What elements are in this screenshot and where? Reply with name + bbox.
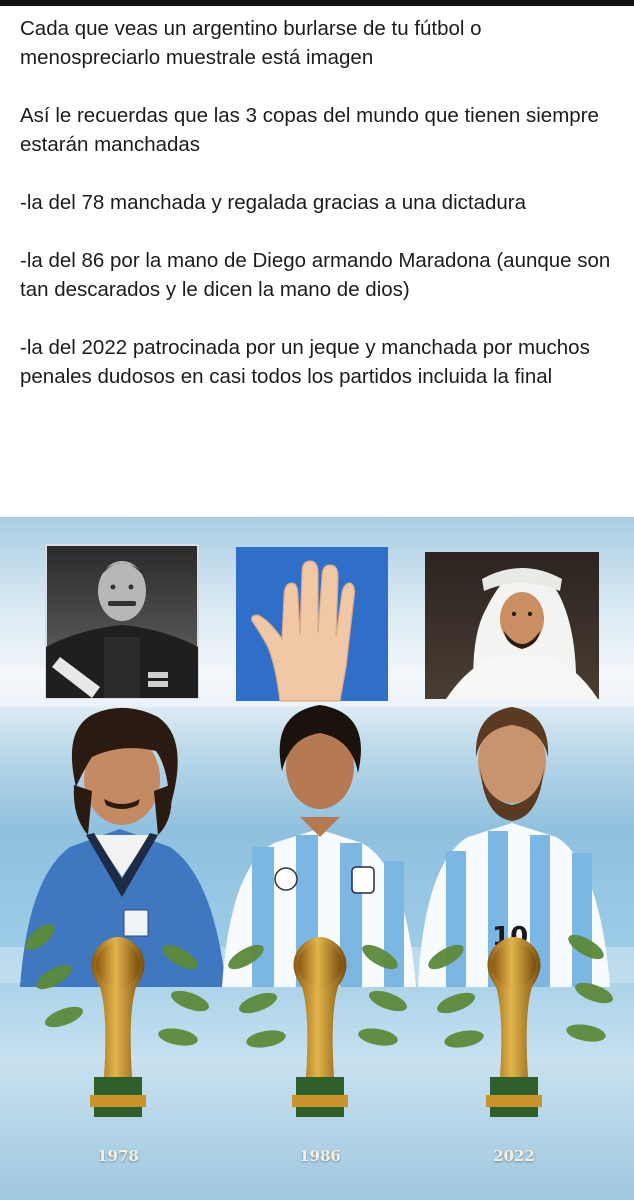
- post-paragraph: -la del 2022 patrocinada por un jeque y …: [20, 336, 590, 388]
- top-edge-bar: [0, 0, 634, 6]
- post-paragraph: Así le recuerdas que las 3 copas del mun…: [20, 104, 599, 156]
- poster-illustration: 10: [0, 544, 634, 1117]
- year-label-1978: 1978: [97, 1147, 139, 1165]
- trophy-1978: [90, 937, 146, 1117]
- post-paragraph: Cada que veas un argentino burlarse de t…: [20, 17, 482, 69]
- sheikh-photo: [425, 552, 599, 699]
- hand-photo: [236, 547, 388, 702]
- trophy-1986: [292, 937, 348, 1117]
- dictator-photo: [45, 544, 199, 699]
- year-label-1986: 1986: [299, 1147, 341, 1165]
- world-cup-poster-image: 10 1978 1986 2022: [0, 517, 634, 1200]
- post-paragraph: -la del 86 por la mano de Diego armando …: [20, 249, 611, 301]
- post-paragraph: -la del 78 manchada y regalada gracias a…: [20, 191, 526, 214]
- year-label-2022: 2022: [493, 1147, 535, 1165]
- post-text: Cada que veas un argentino burlarse de t…: [20, 14, 620, 391]
- trophy-2022: [486, 937, 542, 1117]
